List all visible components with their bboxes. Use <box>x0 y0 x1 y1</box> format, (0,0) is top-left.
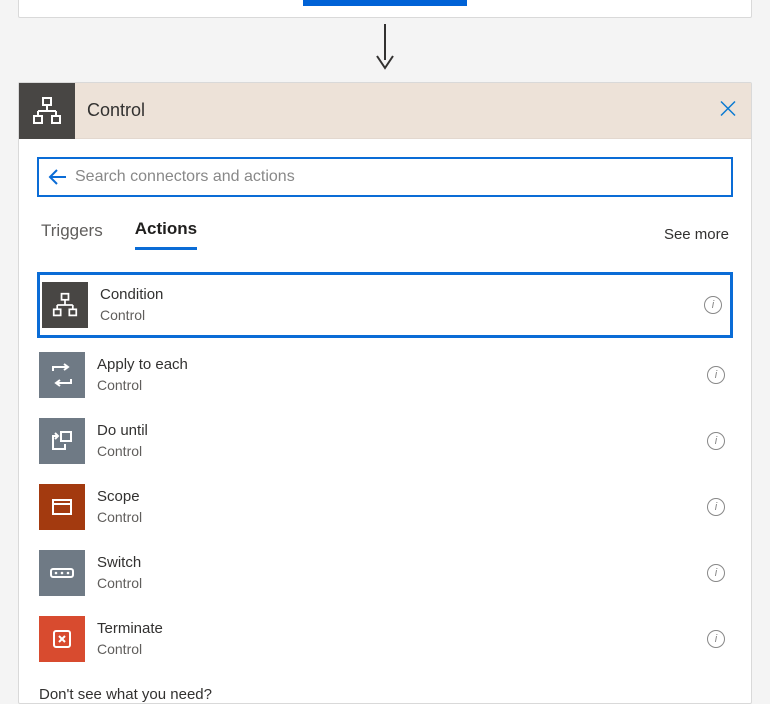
terminate-icon <box>39 616 85 662</box>
action-text: SwitchControl <box>97 553 142 592</box>
loop-icon <box>39 352 85 398</box>
action-subtitle: Control <box>97 376 188 395</box>
panel-title: Control <box>87 100 145 121</box>
action-subtitle: Control <box>97 442 148 461</box>
tabs-row: Triggers Actions See more <box>37 219 733 250</box>
action-text: ScopeControl <box>97 487 142 526</box>
control-connector-icon <box>19 83 75 139</box>
scope-icon <box>39 484 85 530</box>
flow-arrow <box>18 18 752 82</box>
top-card: Edit Trigger Region <box>18 0 752 18</box>
action-subtitle: Control <box>97 640 163 659</box>
action-list: ConditionControliApply to eachControliDo… <box>37 272 733 672</box>
action-item-terminate[interactable]: TerminateControl i <box>37 606 733 672</box>
action-item-switch[interactable]: SwitchControl i <box>37 540 733 606</box>
action-text: Apply to eachControl <box>97 355 188 394</box>
info-icon[interactable]: i <box>707 498 725 516</box>
tab-triggers[interactable]: Triggers <box>41 221 103 249</box>
close-icon <box>719 99 737 122</box>
action-title: Condition <box>100 285 163 305</box>
info-icon[interactable]: i <box>707 630 725 648</box>
info-icon[interactable]: i <box>707 432 725 450</box>
action-title: Scope <box>97 487 142 507</box>
action-subtitle: Control <box>97 574 142 593</box>
panel-header: Control <box>19 83 751 139</box>
switch-icon <box>39 550 85 596</box>
condition-icon <box>42 282 88 328</box>
action-subtitle: Control <box>100 306 163 325</box>
info-icon[interactable]: i <box>704 296 722 314</box>
search-box[interactable] <box>37 157 733 197</box>
search-input[interactable] <box>75 168 723 186</box>
action-title: Do until <box>97 421 148 441</box>
back-arrow-icon[interactable] <box>47 166 69 188</box>
action-item-condition[interactable]: ConditionControl i <box>37 272 733 338</box>
info-icon[interactable]: i <box>707 564 725 582</box>
do-until-icon <box>39 418 85 464</box>
see-more-link[interactable]: See more <box>664 226 729 243</box>
action-title: Switch <box>97 553 142 573</box>
action-text: TerminateControl <box>97 619 163 658</box>
choose-action-panel: Control Triggers Actions See more Condit… <box>18 82 752 704</box>
info-icon[interactable]: i <box>707 366 725 384</box>
action-item-do-until[interactable]: Do untilControl i <box>37 408 733 474</box>
edit-trigger-region-button[interactable]: Edit Trigger Region <box>303 0 467 6</box>
action-text: Do untilControl <box>97 421 148 460</box>
close-button[interactable] <box>719 99 737 122</box>
tab-actions[interactable]: Actions <box>135 219 197 250</box>
action-title: Terminate <box>97 619 163 639</box>
action-title: Apply to each <box>97 355 188 375</box>
action-text: ConditionControl <box>100 285 163 324</box>
action-subtitle: Control <box>97 508 142 527</box>
action-item-loop[interactable]: Apply to eachControl i <box>37 342 733 408</box>
action-item-scope[interactable]: ScopeControl i <box>37 474 733 540</box>
